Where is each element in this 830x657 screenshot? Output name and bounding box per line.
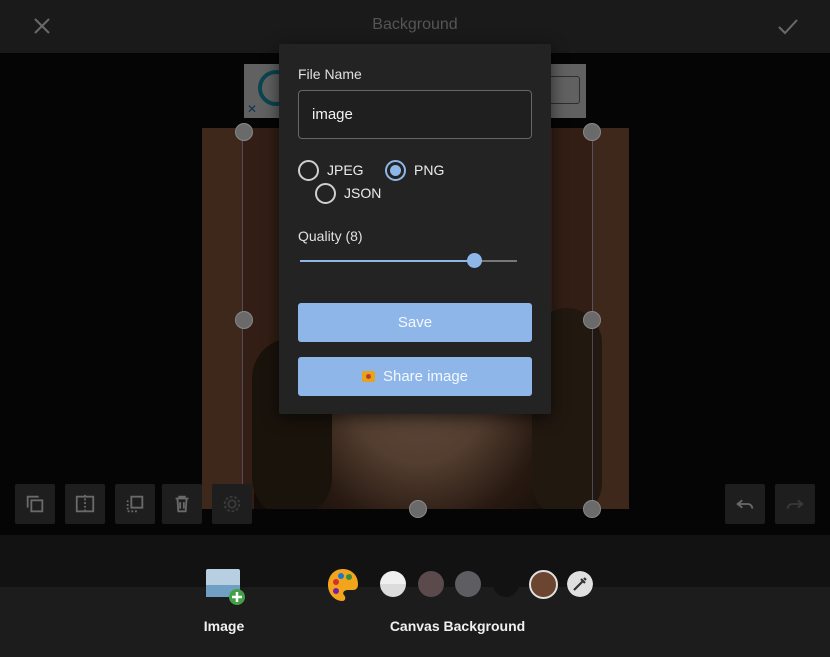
settings-button[interactable] bbox=[212, 484, 252, 524]
editor-app: Background ✕ bbox=[0, 0, 830, 657]
radio-json-label[interactable]: JSON bbox=[344, 185, 381, 201]
delete-button[interactable] bbox=[162, 484, 202, 524]
duplicate-button[interactable] bbox=[15, 484, 55, 524]
eyedropper-icon[interactable] bbox=[567, 571, 593, 597]
send-back-button[interactable] bbox=[115, 484, 155, 524]
save-button[interactable]: Save bbox=[298, 303, 532, 342]
image-label[interactable]: Image bbox=[196, 618, 252, 634]
quality-slider[interactable] bbox=[300, 253, 517, 268]
resize-handle[interactable] bbox=[409, 500, 427, 518]
export-dialog: File Name JPEG PNG JSON Quality (8) Save… bbox=[279, 44, 551, 414]
undo-icon bbox=[736, 499, 754, 509]
radio-jpeg[interactable] bbox=[298, 160, 319, 181]
send-back-icon bbox=[126, 495, 144, 513]
share-image-button[interactable]: Share image bbox=[298, 357, 532, 396]
settings-icon bbox=[223, 495, 241, 513]
camera-icon bbox=[361, 371, 375, 382]
file-name-input[interactable] bbox=[298, 90, 532, 139]
add-image-icon[interactable] bbox=[204, 566, 246, 608]
canvas-background-label: Canvas Background bbox=[389, 618, 526, 634]
trash-icon bbox=[175, 495, 189, 513]
redo-icon bbox=[786, 499, 804, 509]
resize-handle[interactable] bbox=[583, 500, 601, 518]
flip-button[interactable] bbox=[65, 484, 105, 524]
quality-slider-thumb[interactable] bbox=[466, 253, 482, 268]
resize-handle[interactable] bbox=[583, 311, 601, 329]
save-button-label: Save bbox=[397, 314, 433, 331]
duplicate-icon bbox=[26, 495, 44, 513]
palette-icon[interactable] bbox=[326, 567, 360, 603]
swatch-black[interactable] bbox=[493, 571, 519, 597]
resize-handle[interactable] bbox=[583, 123, 601, 141]
undo-button[interactable] bbox=[725, 484, 765, 524]
radio-png-label[interactable]: PNG bbox=[414, 162, 444, 178]
quality-label: Quality (8) bbox=[298, 228, 363, 244]
radio-jpeg-label[interactable]: JPEG bbox=[327, 162, 364, 178]
resize-handle[interactable] bbox=[235, 123, 253, 141]
quality-slider-fill bbox=[300, 260, 474, 262]
file-name-label: File Name bbox=[298, 66, 362, 82]
flip-icon bbox=[75, 494, 95, 514]
swatch-gray[interactable] bbox=[455, 571, 481, 597]
radio-png[interactable] bbox=[385, 160, 406, 181]
redo-button[interactable] bbox=[775, 484, 815, 524]
swatch-white[interactable] bbox=[380, 571, 406, 597]
swatch-brown-selected[interactable] bbox=[529, 570, 558, 599]
resize-handle[interactable] bbox=[235, 311, 253, 329]
swatch-mauve[interactable] bbox=[418, 571, 444, 597]
bottom-strip bbox=[0, 535, 830, 587]
share-button-label: Share image bbox=[382, 368, 469, 385]
radio-json[interactable] bbox=[315, 183, 336, 204]
page-title: Background bbox=[372, 16, 458, 33]
check-icon[interactable] bbox=[776, 14, 800, 38]
